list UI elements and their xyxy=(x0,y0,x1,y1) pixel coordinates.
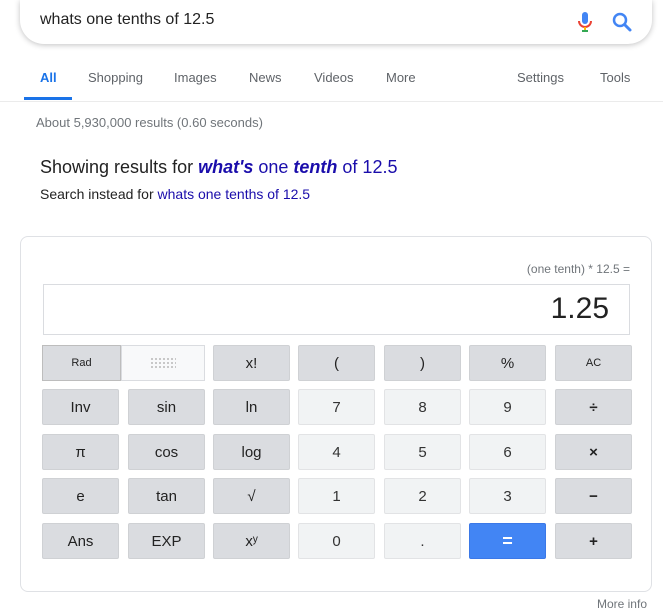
active-tab-indicator xyxy=(24,97,72,100)
tab-images[interactable]: Images xyxy=(174,70,217,85)
search-instead: Search instead for whats one tenths of 1… xyxy=(40,186,310,202)
euler-button[interactable]: e xyxy=(42,478,119,514)
calculator-card: (one tenth) * 12.5 = 1.25 Rad x! ( ) % A… xyxy=(20,236,652,592)
exp-button[interactable]: EXP xyxy=(128,523,205,559)
settings-link[interactable]: Settings xyxy=(517,70,564,85)
digit-4-button[interactable]: 4 xyxy=(298,434,375,470)
search-box[interactable]: whats one tenths of 12.5 xyxy=(20,0,652,44)
corrected-word: what's xyxy=(198,157,254,177)
calculator-result: 1.25 xyxy=(550,292,609,325)
search-input[interactable]: whats one tenths of 12.5 xyxy=(40,11,214,29)
corrected-query-link[interactable]: what's one tenth of 12.5 xyxy=(198,157,397,177)
decimal-point-button[interactable]: . xyxy=(384,523,461,559)
query-word: one xyxy=(253,157,294,177)
digit-6-button[interactable]: 6 xyxy=(469,434,546,470)
tab-all[interactable]: All xyxy=(40,70,57,85)
sqrt-button[interactable]: √ xyxy=(213,478,290,514)
digit-7-button[interactable]: 7 xyxy=(298,389,375,425)
calculator-expression: (one tenth) * 12.5 = xyxy=(526,262,630,276)
tab-shopping[interactable]: Shopping xyxy=(88,70,143,85)
digit-9-button[interactable]: 9 xyxy=(469,389,546,425)
digit-5-button[interactable]: 5 xyxy=(384,434,461,470)
digit-2-button[interactable]: 2 xyxy=(384,478,461,514)
search-tabs: All Shopping Images News Videos More Set… xyxy=(0,64,663,102)
tan-button[interactable]: tan xyxy=(128,478,205,514)
more-info-link[interactable]: More info xyxy=(597,597,647,611)
result-stats: About 5,930,000 results (0.60 seconds) xyxy=(36,115,263,130)
deg-button[interactable] xyxy=(121,345,205,381)
log-button[interactable]: log xyxy=(213,434,290,470)
divide-button[interactable]: ÷ xyxy=(555,389,632,425)
deg-placeholder-icon xyxy=(150,357,176,369)
pi-button[interactable]: π xyxy=(42,434,119,470)
tab-videos[interactable]: Videos xyxy=(314,70,354,85)
percent-button[interactable]: % xyxy=(469,345,546,381)
microphone-icon[interactable] xyxy=(574,10,596,34)
corrected-word: tenth xyxy=(293,157,338,177)
ln-button[interactable]: ln xyxy=(213,389,290,425)
tools-link[interactable]: Tools xyxy=(600,70,630,85)
search-icon[interactable] xyxy=(610,10,634,34)
digit-3-button[interactable]: 3 xyxy=(469,478,546,514)
equals-button[interactable]: = xyxy=(469,523,546,559)
multiply-button[interactable]: × xyxy=(555,434,632,470)
tab-news[interactable]: News xyxy=(249,70,282,85)
original-query-link[interactable]: whats one tenths of 12.5 xyxy=(158,186,311,202)
digit-0-button[interactable]: 0 xyxy=(298,523,375,559)
showing-prefix: Showing results for xyxy=(40,157,199,177)
query-word: of 12.5 xyxy=(337,157,398,177)
minus-button[interactable]: − xyxy=(555,478,632,514)
cos-button[interactable]: cos xyxy=(128,434,205,470)
rad-button[interactable]: Rad xyxy=(42,345,121,381)
sin-button[interactable]: sin xyxy=(128,389,205,425)
showing-results-for: Showing results for what's one tenth of … xyxy=(40,157,397,178)
digit-1-button[interactable]: 1 xyxy=(298,478,375,514)
answer-button[interactable]: Ans xyxy=(42,523,119,559)
tab-more[interactable]: More xyxy=(386,70,416,85)
all-clear-button[interactable]: AC xyxy=(555,345,632,381)
power-button[interactable]: xʸ xyxy=(213,523,290,559)
calculator-display: 1.25 xyxy=(43,284,630,335)
digit-8-button[interactable]: 8 xyxy=(384,389,461,425)
angle-mode-toggle[interactable]: Rad xyxy=(42,345,205,381)
close-paren-button[interactable]: ) xyxy=(384,345,461,381)
inverse-button[interactable]: Inv xyxy=(42,389,119,425)
factorial-button[interactable]: x! xyxy=(213,345,290,381)
plus-button[interactable]: + xyxy=(555,523,632,559)
open-paren-button[interactable]: ( xyxy=(298,345,375,381)
search-instead-prefix: Search instead for xyxy=(40,186,158,202)
